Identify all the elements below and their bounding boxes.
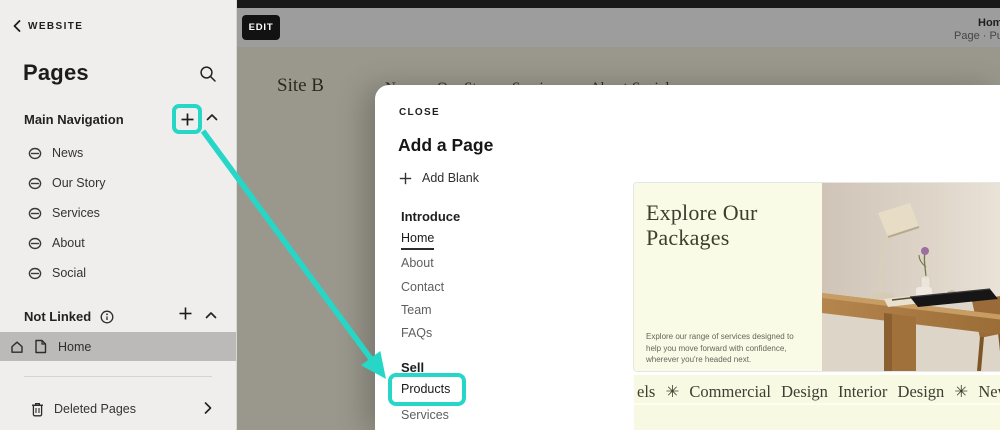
- close-button[interactable]: CLOSE: [399, 107, 440, 118]
- template-hero-panel: Explore Our Packages Explore our range o…: [634, 183, 822, 371]
- trash-icon: [31, 402, 44, 417]
- collapse-main-nav-button[interactable]: [206, 113, 218, 121]
- template-item-team[interactable]: Team: [401, 303, 432, 317]
- template-item-contact[interactable]: Contact: [401, 280, 444, 294]
- toolbar-page-title: Home: [978, 17, 1000, 29]
- collapse-not-linked-button[interactable]: [205, 311, 217, 319]
- template-hero-heading: Explore Our Packages: [646, 201, 758, 250]
- editor-toolbar: EDIT Home Page · Pub: [237, 8, 1000, 47]
- deleted-pages-row[interactable]: Deleted Pages: [0, 394, 237, 424]
- group-header-introduce: Introduce: [401, 209, 460, 224]
- template-item-services[interactable]: Services: [401, 408, 449, 422]
- template-item-faqs[interactable]: FAQs: [401, 326, 432, 340]
- template-hero-body: Explore our range of services designed t…: [646, 331, 806, 366]
- link-icon: [28, 177, 43, 190]
- back-to-website[interactable]: WEBSITE: [13, 20, 83, 32]
- sidebar-item-label: Home: [58, 340, 91, 354]
- add-blank-button[interactable]: Add Blank: [399, 171, 479, 185]
- not-linked-header: Not Linked: [24, 309, 114, 324]
- edit-button[interactable]: EDIT: [242, 15, 280, 40]
- sidebar-item-label: About: [52, 236, 85, 250]
- sidebar-item-label: Our Story: [52, 176, 106, 190]
- main-navigation-header: Main Navigation: [24, 112, 124, 127]
- sidebar-item-label: Social: [52, 266, 86, 280]
- site-brand: Site B: [277, 75, 324, 97]
- link-icon: [28, 207, 43, 220]
- chevron-left-icon: [13, 20, 21, 32]
- not-linked-label: Not Linked: [24, 309, 91, 324]
- plus-icon: [180, 112, 195, 127]
- add-not-linked-page-button[interactable]: [178, 306, 196, 324]
- sidebar-item-services[interactable]: Services: [0, 198, 237, 228]
- sidebar-item-label: Services: [52, 206, 100, 220]
- template-preview-card[interactable]: Explore Our Packages Explore our range o…: [634, 183, 1000, 371]
- modal-title: Add a Page: [398, 135, 493, 156]
- deleted-pages-label: Deleted Pages: [54, 402, 136, 416]
- sidebar-item-our-story[interactable]: Our Story: [0, 168, 237, 198]
- link-icon: [28, 147, 43, 160]
- chevron-up-icon: [205, 311, 217, 319]
- chevron-right-icon: [204, 402, 212, 414]
- editor-screen: Site B News Our Story Services About Soc…: [0, 0, 1000, 430]
- sidebar-item-about[interactable]: About: [0, 228, 237, 258]
- add-a-page-modal: CLOSE Add a Page Add Blank Introduce Hom…: [375, 85, 1000, 430]
- marquee-divider: [634, 403, 1000, 405]
- link-icon: [28, 237, 43, 250]
- link-icon: [28, 267, 43, 280]
- template-item-home[interactable]: Home: [401, 231, 434, 250]
- page-icon: [34, 339, 47, 354]
- pages-sidebar: WEBSITE Pages Main Navigation News Our S…: [0, 0, 237, 430]
- marquee-text: els ✳ Commercial Design Interior Design …: [637, 382, 1000, 402]
- add-blank-label: Add Blank: [422, 171, 479, 185]
- preview-top-strip: [237, 0, 1000, 8]
- main-nav-list: News Our Story Services About Social: [0, 138, 237, 288]
- template-item-about[interactable]: About: [401, 256, 434, 270]
- chevron-up-icon: [206, 113, 218, 121]
- template-item-products: Products: [401, 382, 450, 396]
- plus-icon: [399, 172, 412, 185]
- home-icon: [10, 340, 24, 354]
- template-item-products-highlight[interactable]: Products: [388, 373, 466, 406]
- search-icon[interactable]: [199, 65, 219, 85]
- template-marquee-preview[interactable]: els ✳ Commercial Design Interior Design …: [634, 375, 1000, 430]
- sidebar-item-label: News: [52, 146, 83, 160]
- sidebar-item-news[interactable]: News: [0, 138, 237, 168]
- page-title: Pages: [23, 60, 89, 86]
- add-page-button[interactable]: [172, 104, 202, 134]
- sidebar-item-social[interactable]: Social: [0, 258, 237, 288]
- template-photo: [822, 183, 1000, 371]
- toolbar-page-status: Page · Pub: [954, 30, 1000, 42]
- info-icon[interactable]: [100, 310, 114, 324]
- plus-icon: [178, 306, 193, 321]
- sidebar-divider: [24, 376, 212, 377]
- sidebar-item-home-selected[interactable]: Home: [0, 332, 236, 361]
- back-label: WEBSITE: [28, 21, 83, 32]
